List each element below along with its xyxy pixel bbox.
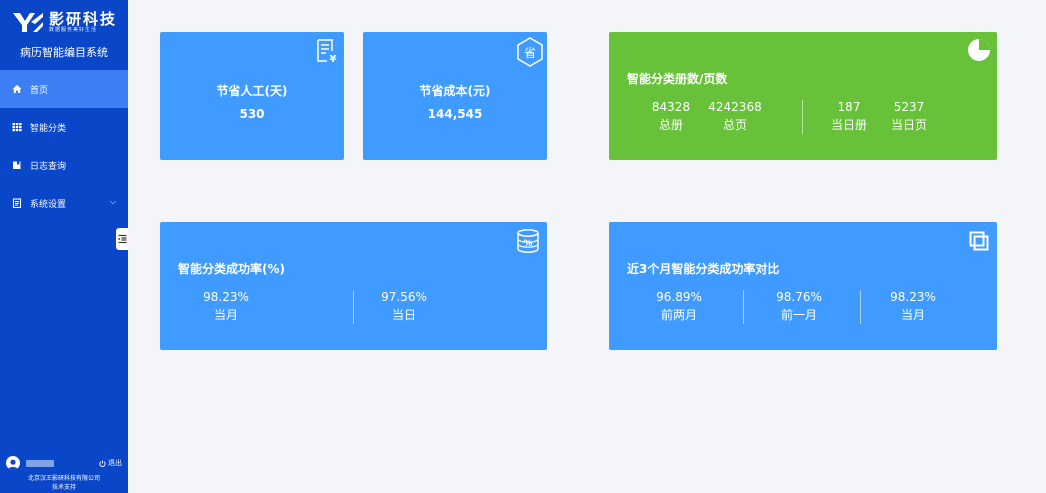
save-hexagon-icon: 省 <box>517 37 543 67</box>
grid-icon <box>12 122 22 132</box>
brand: 影研科技 数据服务美好生活 病历智能编目系统 <box>0 0 128 68</box>
divider <box>353 290 354 324</box>
sidebar-item-log[interactable]: 日志查询 <box>0 146 128 184</box>
stat-label: 当日 <box>391 308 416 322</box>
divider <box>802 100 803 134</box>
cost-saved-value: 144,545 <box>427 107 483 121</box>
labor-saved-title: 节省人工(天) <box>216 84 288 98</box>
cost-icon-text: 省 <box>524 46 536 60</box>
stat-last-month: 98.76% 前一月 <box>769 288 829 324</box>
logo-mark-icon <box>12 13 43 32</box>
user-icon <box>8 459 18 470</box>
sidebar-menu: 首页 智能分类 日志查询 系统设置 ⌵ <box>0 70 128 222</box>
cost-saved-card: 省 节省成本(元) 144,545 <box>363 32 547 160</box>
stat-value: 98.23% <box>203 290 249 304</box>
stat-value: 98.76% <box>776 290 822 304</box>
stat-label: 总册 <box>658 118 683 132</box>
sidebar: 影研科技 数据服务美好生活 病历智能编目系统 首页 智能分类 日志查询 系统设置… <box>0 0 128 493</box>
sidebar-item-label: 首页 <box>30 85 49 96</box>
sidebar-collapse-button[interactable] <box>116 228 128 250</box>
logo-slogan: 数据服务美好生活 <box>48 26 97 33</box>
stat-label: 当日页 <box>890 118 927 132</box>
logout-button[interactable]: 退出 <box>99 458 122 468</box>
sidebar-item-home[interactable]: 首页 <box>0 70 128 108</box>
success-rate-card: % 智能分类成功率(%) 98.23% 当月 97.56% 当日 <box>160 222 547 350</box>
receipt-icon: ¥ <box>317 39 337 64</box>
company-name: 北京汉王影研科技有限公司 <box>27 475 100 482</box>
divider <box>743 290 744 324</box>
logo-name: 影研科技 <box>48 9 117 28</box>
svg-text:%: % <box>523 239 532 249</box>
divider <box>860 290 861 324</box>
stat-value: 4242368 <box>708 100 762 114</box>
stat-two-months-ago: 96.89% 前两月 <box>649 288 709 324</box>
stat-label: 当月 <box>213 308 238 322</box>
avatar[interactable] <box>6 456 20 470</box>
power-icon <box>99 459 106 467</box>
stat-month-rate: 98.23% 当月 <box>196 288 256 324</box>
home-icon <box>12 84 22 94</box>
stat-today-pages: 5237 当日页 <box>885 98 933 134</box>
stat-total-pages: 4242368 总页 <box>701 98 769 134</box>
stat-total-volumes: 84328 总册 <box>649 98 693 134</box>
user-name-redacted <box>26 459 54 467</box>
labor-saved-value: 530 <box>239 107 265 121</box>
percent-coins-icon: % <box>517 229 539 253</box>
document-icon <box>12 198 22 208</box>
stat-this-month: 98.23% 当月 <box>883 288 943 324</box>
logout-label: 退出 <box>108 459 122 467</box>
sidebar-footer: 退出 北京汉王影研科技有限公司 技术支持 <box>0 447 128 493</box>
stat-value: 187 <box>837 100 861 114</box>
labor-saved-card: ¥ 节省人工(天) 530 <box>160 32 344 160</box>
stat-value: 96.89% <box>656 290 702 304</box>
stat-day-rate: 97.56% 当日 <box>374 288 434 324</box>
stat-value: 5237 <box>893 100 925 114</box>
three-month-comparison-card: 近3个月智能分类成功率对比 96.89% 前两月 98.76% 前一月 98.2… <box>609 222 997 350</box>
volumes-pages-card: 智能分类册数/页数 84328 总册 4242368 总页 187 当日册 52… <box>609 32 997 160</box>
volumes-pages-title: 智能分类册数/页数 <box>627 72 728 86</box>
success-rate-title: 智能分类成功率(%) <box>178 262 285 276</box>
stat-label: 前一月 <box>780 308 817 322</box>
svg-text:¥: ¥ <box>330 54 337 64</box>
pie-chart-icon <box>968 39 990 61</box>
stat-value: 97.56% <box>381 290 427 304</box>
logo: 影研科技 数据服务美好生活 <box>0 8 128 36</box>
cost-saved-title: 节省成本(元) <box>419 84 491 98</box>
stat-label: 前两月 <box>660 308 697 322</box>
copy-squares-icon <box>969 231 989 251</box>
stat-label: 当月 <box>900 308 925 322</box>
stat-value: 98.23% <box>890 290 936 304</box>
menu-fold-icon <box>118 234 126 244</box>
stat-label: 当日册 <box>830 118 867 132</box>
tech-support-label: 技术支持 <box>51 484 76 491</box>
sidebar-item-settings[interactable]: 系统设置 ⌵ <box>0 184 128 222</box>
three-month-title: 近3个月智能分类成功率对比 <box>627 262 780 276</box>
book-icon <box>12 160 22 170</box>
sidebar-item-classify[interactable]: 智能分类 <box>0 108 128 146</box>
stat-value: 84328 <box>651 100 691 114</box>
sidebar-item-label: 系统设置 <box>30 199 67 210</box>
sidebar-item-label: 日志查询 <box>30 161 67 172</box>
stat-label: 总页 <box>722 118 747 132</box>
sidebar-item-label: 智能分类 <box>30 123 67 134</box>
stat-today-volumes: 187 当日册 <box>827 98 871 134</box>
system-title: 病历智能编目系统 <box>20 46 108 59</box>
chevron-down-icon: ⌵ <box>109 197 116 206</box>
